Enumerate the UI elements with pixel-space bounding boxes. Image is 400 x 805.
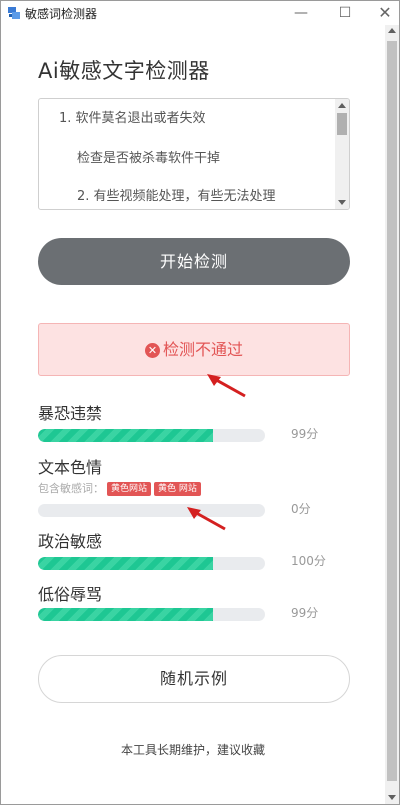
result-alert: ✕ 检测不通过 (38, 323, 350, 376)
score-bar (38, 557, 265, 570)
minimize-button[interactable]: — (291, 3, 311, 23)
score-bar (38, 429, 265, 442)
textarea-scroll-down-icon[interactable] (338, 200, 346, 205)
result-text: 检测不通过 (162, 340, 243, 359)
score-bar-fill (38, 429, 213, 442)
page-title: Ai敏感文字检测器 (38, 59, 210, 83)
category-label: 暴恐违禁 (38, 404, 103, 423)
category-label: 低俗辱骂 (38, 585, 103, 604)
annotation-arrow-icon (187, 507, 226, 531)
textarea-scroll-up-icon[interactable] (338, 103, 346, 108)
scroll-down-arrow-icon[interactable] (388, 795, 396, 800)
window-scrollbar[interactable] (385, 25, 399, 804)
scroll-up-arrow-icon[interactable] (388, 28, 396, 33)
text-input-area[interactable]: 1. 软件莫名退出或者失效 检查是否被杀毒软件干掉 2. 有些视频能处理，有些无… (38, 98, 350, 210)
start-detect-button[interactable]: 开始检测 (38, 238, 350, 285)
sensitive-word-tag: 黄色网站 (107, 482, 152, 496)
textarea-scrollbar[interactable] (335, 99, 349, 209)
category-score: 0分 (291, 502, 311, 516)
app-window: 敏感词检测器 — ☐ ✕ Ai敏感文字检测器 1. 软件莫名退出或者失效 检查是… (0, 0, 400, 805)
score-bar (38, 608, 265, 621)
maximize-button[interactable]: ☐ (335, 3, 355, 23)
sensitive-word-tag: 黄色 网站 (154, 482, 201, 496)
input-line: 1. 软件莫名退出或者失效 (59, 111, 206, 126)
title-bar: 敏感词检测器 — ☐ ✕ (1, 1, 399, 25)
category-score: 100分 (291, 554, 326, 568)
close-button[interactable]: ✕ (375, 3, 395, 23)
category-score: 99分 (291, 427, 319, 441)
random-example-button[interactable]: 随机示例 (38, 655, 350, 703)
category-label: 政治敏感 (38, 532, 103, 551)
score-bar-fill (38, 608, 213, 621)
input-line: 2. 有些视频能处理，有些无法处理 (77, 189, 276, 204)
x-circle-icon: ✕ (144, 343, 160, 358)
footer-text: 本工具长期维护，建议收藏 (120, 743, 265, 757)
app-icon (8, 7, 20, 19)
input-line: 检查是否被杀毒软件干掉 (77, 151, 221, 166)
textarea-scroll-thumb[interactable] (337, 113, 347, 135)
score-bar-fill (38, 557, 213, 570)
category-score: 99分 (291, 606, 319, 620)
window-title: 敏感词检测器 (25, 7, 98, 21)
sensitive-words-row: 包含敏感词： 黄色网站 黄色 网站 (38, 480, 201, 496)
annotation-arrow-icon (207, 374, 246, 398)
sensitive-words-label: 包含敏感词： (38, 482, 104, 495)
scrollbar-thumb[interactable] (387, 41, 397, 781)
category-label: 文本色情 (38, 458, 103, 477)
